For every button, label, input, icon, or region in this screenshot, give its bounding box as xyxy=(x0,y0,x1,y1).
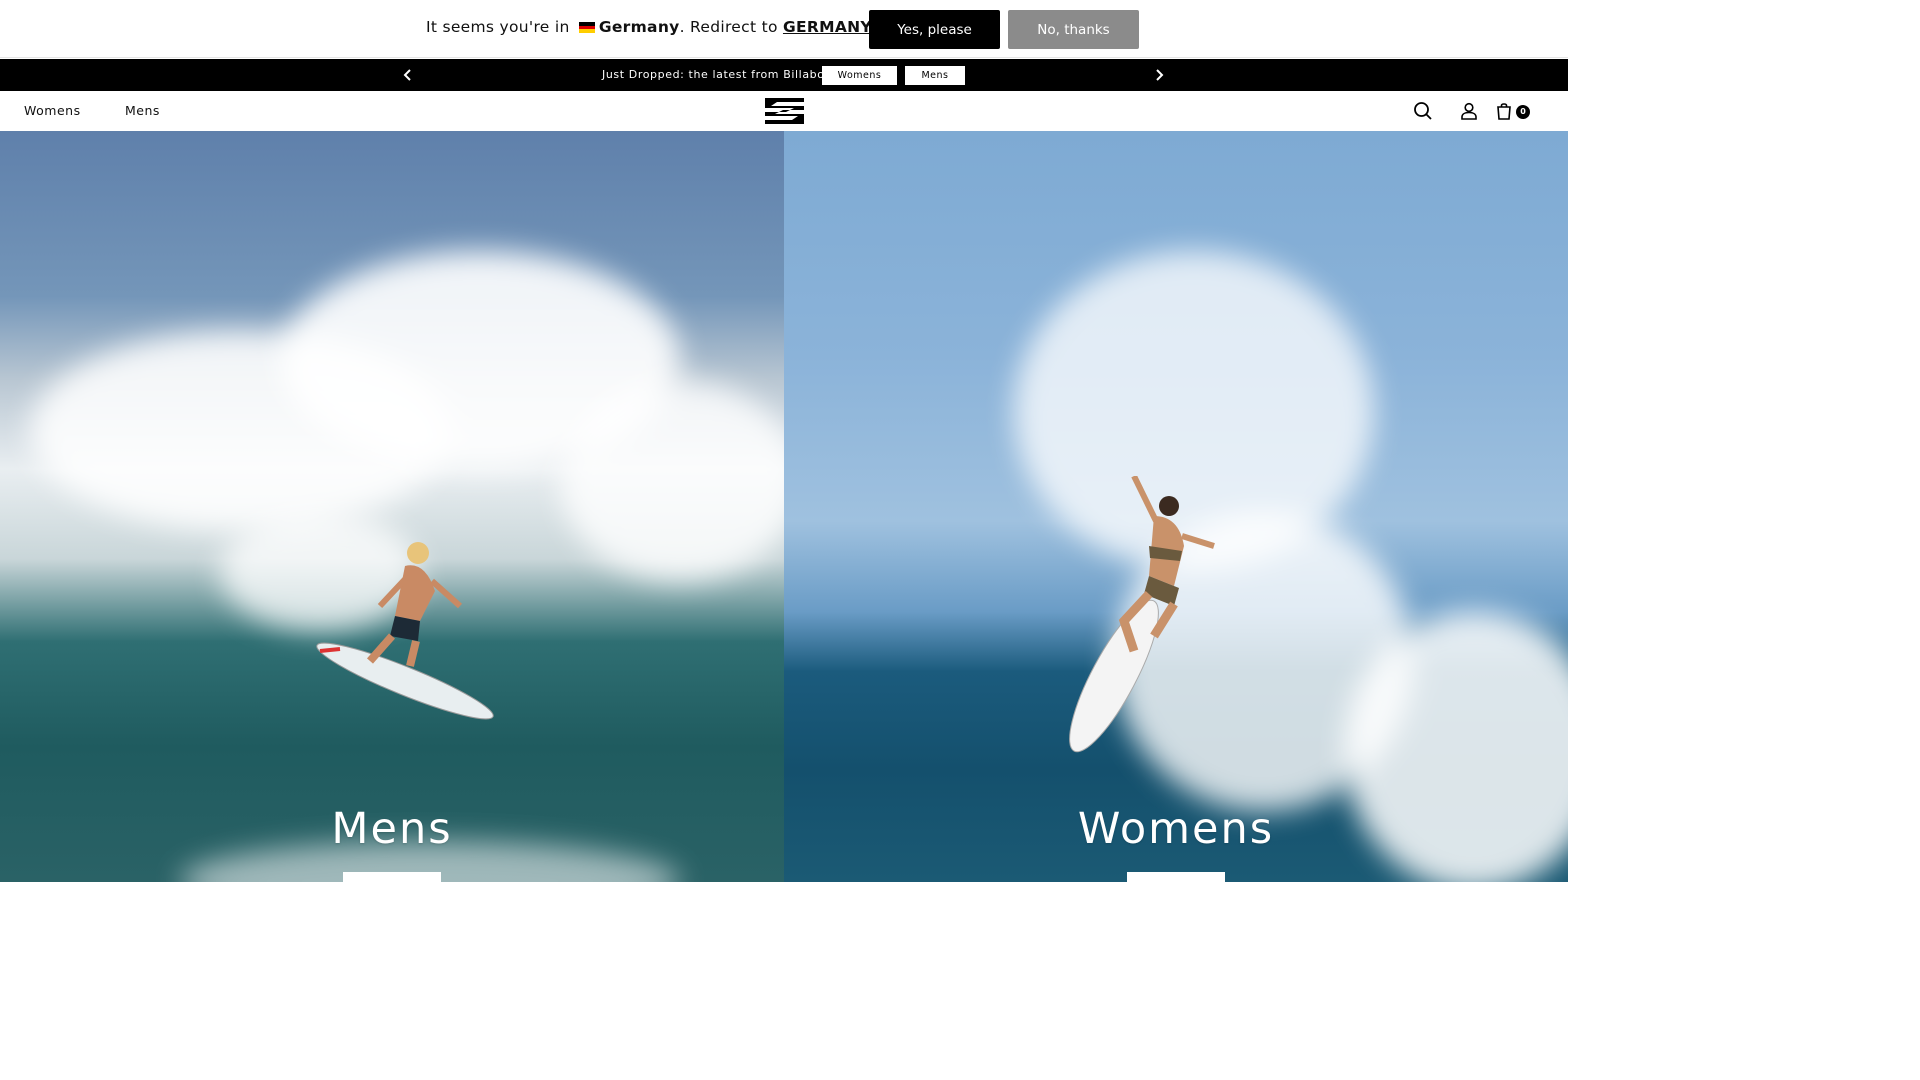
wave-spray xyxy=(560,381,784,581)
yes-redirect-button[interactable]: Yes, please xyxy=(869,10,1000,49)
shop-womens-button[interactable] xyxy=(1127,872,1225,882)
shop-mens-button[interactable] xyxy=(343,872,441,882)
hero-mens-title: Mens xyxy=(331,804,453,854)
womens-surfer-image xyxy=(1069,476,1215,753)
geo-prefix: It seems you're in xyxy=(426,18,570,36)
hero-womens-title: Womens xyxy=(1077,804,1275,854)
cart-count-badge: 0 xyxy=(1516,105,1530,119)
geo-redirect-link[interactable]: GERMANY xyxy=(783,18,872,36)
shopping-bag-icon[interactable] xyxy=(1495,101,1515,121)
announcement-mens-button[interactable]: Mens xyxy=(905,66,965,85)
geo-country: Germany xyxy=(598,18,680,36)
germany-flag-icon xyxy=(578,22,595,33)
hero-womens-panel[interactable]: Womens xyxy=(784,131,1568,882)
geo-middle: . Redirect to xyxy=(679,18,778,36)
chevron-right-icon[interactable] xyxy=(1149,65,1169,85)
site-header: Womens Mens 0 xyxy=(0,91,1568,131)
geo-redirect-message: It seems you're in Germany. Redirect to … xyxy=(426,18,880,36)
mens-surfer-image xyxy=(316,542,494,720)
nav-item-mens[interactable]: Mens xyxy=(125,103,160,118)
hero-mens-panel[interactable]: Mens xyxy=(0,131,784,882)
search-icon[interactable] xyxy=(1413,101,1433,121)
no-redirect-button[interactable]: No, thanks xyxy=(1008,10,1139,49)
geo-redirect-banner: It seems you're in Germany. Redirect to … xyxy=(0,0,1568,58)
user-icon[interactable] xyxy=(1459,101,1479,121)
announcement-bar: Just Dropped: the latest from Billabong … xyxy=(0,59,1568,91)
announcement-text: Just Dropped: the latest from Billabong xyxy=(602,68,840,81)
nav-item-womens[interactable]: Womens xyxy=(24,103,81,118)
chevron-left-icon[interactable] xyxy=(398,65,418,85)
billabong-logo-icon[interactable] xyxy=(765,98,804,124)
announcement-womens-button[interactable]: Womens xyxy=(822,66,897,85)
